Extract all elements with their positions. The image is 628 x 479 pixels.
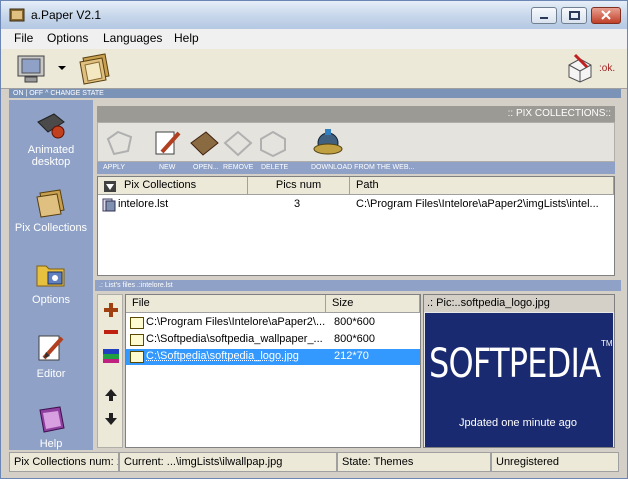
sidebar-item-help[interactable]: Help <box>9 404 93 450</box>
menu-help[interactable]: Help <box>174 31 199 45</box>
chevron-down-icon[interactable] <box>57 63 67 73</box>
cell-path: C:\Program Files\Intelore\aPaper2\imgLis… <box>356 198 599 210</box>
sidebar: Animated desktop Pix Collections Options <box>9 100 93 450</box>
menu-languages[interactable]: Languages <box>103 31 162 45</box>
monitor-icon[interactable] <box>15 53 49 85</box>
sort-down-icon[interactable] <box>104 181 116 192</box>
preview-image: SOFTPEDIA TM Jpdated one minute ago <box>425 313 613 447</box>
delete-label[interactable]: DELETE <box>261 162 288 174</box>
picture-preview: .: Pic:..softpedia_logo.jpg SOFTPEDIA TM… <box>423 294 615 448</box>
col-path[interactable]: Path <box>350 177 614 195</box>
sidebar-item-label: Options <box>32 294 70 306</box>
file-name: C:\Softpedia\softpedia_wallpaper_... <box>146 333 323 345</box>
table-header: Pix Collections Pics num Path <box>98 177 614 195</box>
sidebar-item-label: Pix Collections <box>14 222 88 234</box>
col-size[interactable]: Size <box>326 295 420 313</box>
col-pics-num[interactable]: Pics num <box>248 177 350 195</box>
sidebar-item-label: Animated desktop <box>27 144 75 168</box>
file-size: 212*70 <box>334 350 369 362</box>
pix-collections-toolbar <box>97 122 615 162</box>
file-name: C:\Softpedia\softpedia_logo.jpg <box>146 350 299 362</box>
image-file-icon <box>130 351 144 363</box>
cell-pics-num: 3 <box>294 198 301 210</box>
download-label[interactable]: DOWNLOAD FROM THE WEB... <box>311 162 414 174</box>
add-icon[interactable] <box>102 301 120 319</box>
main-toolbar: :ok. <box>1 49 627 89</box>
open-label[interactable]: OPEN... <box>193 162 219 174</box>
list-file-icon <box>102 198 116 212</box>
title-bar[interactable]: a.Paper V2.1 <box>1 1 627 29</box>
status-bar: Pix Collections num: 1 Current: ...\imgL… <box>5 451 623 473</box>
maximize-icon <box>569 11 580 20</box>
cell-collection-name: intelore.lst <box>118 198 169 210</box>
pix-actions-labels: APPLY NEW OPEN... REMOVE DELETE DOWNLOAD… <box>97 162 615 174</box>
help-book-icon <box>39 406 65 433</box>
ok-label[interactable]: :ok. <box>599 63 615 74</box>
preview-title: .: Pic:..softpedia_logo.jpg <box>424 295 614 312</box>
remove-label[interactable]: REMOVE <box>223 162 253 174</box>
file-row[interactable]: C:\Softpedia\softpedia_wallpaper_... 800… <box>126 332 420 348</box>
menu-file[interactable]: File <box>14 31 33 45</box>
image-file-icon <box>130 334 144 346</box>
status-state: State: Themes <box>337 452 491 472</box>
status-registration: Unregistered <box>491 452 619 472</box>
list-files-header: .: List's files .:intelore.lst <box>95 280 621 291</box>
change-state-strip[interactable]: ON | OFF ^ CHANGE STATE <box>9 89 621 98</box>
pix-collections-table: Pix Collections Pics num Path intelore.l… <box>97 176 615 276</box>
logo-trademark: TM <box>601 339 613 348</box>
file-row-selected[interactable]: C:\Softpedia\softpedia_logo.jpg 212*70 <box>126 349 420 365</box>
animated-desktop-icon <box>37 113 65 139</box>
apply-label[interactable]: APPLY <box>103 162 125 174</box>
file-actions-toolbar <box>97 294 123 448</box>
minimize-icon <box>540 17 548 19</box>
menu-bar: File Options Languages Help <box>1 29 627 49</box>
app-icon <box>9 8 25 22</box>
file-size: 800*600 <box>334 316 375 328</box>
maximize-button[interactable] <box>561 7 587 24</box>
move-down-icon[interactable] <box>103 411 119 427</box>
new-label[interactable]: NEW <box>159 162 175 174</box>
file-name: C:\Program Files\Intelore\aPaper2\... <box>146 316 326 328</box>
delete-icon[interactable] <box>258 129 288 157</box>
close-icon <box>601 10 611 20</box>
app-window: a.Paper V2.1 File Options Languages Help <box>0 0 628 479</box>
sidebar-item-label: Editor <box>36 368 66 380</box>
image-props-icon[interactable] <box>102 347 120 365</box>
window-title: a.Paper V2.1 <box>31 8 102 22</box>
file-list-header: File Size <box>126 295 420 313</box>
sidebar-item-options[interactable]: Options <box>9 258 93 306</box>
pix-collections-icon <box>36 189 65 218</box>
download-web-icon[interactable] <box>312 127 344 159</box>
status-current: Current: ...\imgLists\ilwallpap.jpg <box>119 452 337 472</box>
remove-file-icon[interactable] <box>102 325 120 339</box>
open-icon[interactable] <box>188 129 220 157</box>
sidebar-item-animated-desktop[interactable]: Animated desktop <box>9 112 93 168</box>
image-file-icon <box>130 317 144 329</box>
file-list: File Size C:\Program Files\Intelore\aPap… <box>125 294 421 448</box>
close-button[interactable] <box>591 7 621 24</box>
sidebar-item-label: Help <box>39 438 63 450</box>
table-row[interactable]: intelore.lst 3 C:\Program Files\Intelore… <box>98 196 614 214</box>
new-icon[interactable] <box>152 127 182 157</box>
status-collections: Pix Collections num: 1 <box>9 452 119 472</box>
logo-text: SOFTPEDIA <box>429 341 601 387</box>
menu-options[interactable]: Options <box>47 31 88 45</box>
logo-subtitle: Jpdated one minute ago <box>459 417 578 429</box>
file-size: 800*600 <box>334 333 375 345</box>
apply-icon[interactable] <box>104 129 134 157</box>
file-row[interactable]: C:\Program Files\Intelore\aPaper2\... 80… <box>126 315 420 331</box>
col-file[interactable]: File <box>126 295 326 313</box>
options-folder-icon <box>36 265 65 287</box>
sidebar-item-pix-collections[interactable]: Pix Collections <box>9 188 93 234</box>
move-up-icon[interactable] <box>103 387 119 403</box>
remove-icon[interactable] <box>222 129 254 157</box>
sidebar-item-editor[interactable]: Editor <box>9 332 93 380</box>
minimize-button[interactable] <box>531 7 557 24</box>
main-content: :: PIX COLLECTIONS:: APPLY NEW OPEN... R… <box>95 100 621 450</box>
ok-package-icon[interactable] <box>565 53 595 83</box>
pix-collections-header: :: PIX COLLECTIONS:: <box>97 106 615 122</box>
editor-pen-icon <box>38 335 64 361</box>
col-pix-collections[interactable]: Pix Collections <box>98 177 248 195</box>
picture-frames-icon[interactable] <box>77 52 113 86</box>
